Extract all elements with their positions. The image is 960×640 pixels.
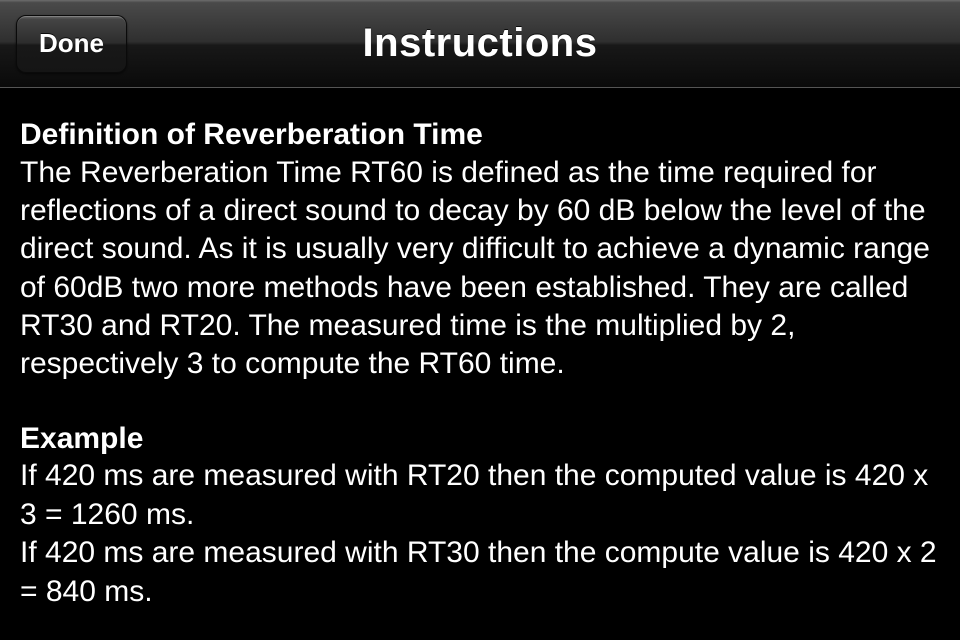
definition-heading: Definition of Reverberation Time xyxy=(20,116,940,154)
content-area: Definition of Reverberation Time The Rev… xyxy=(0,88,960,611)
example-line-2: If 420 ms are measured with RT30 then th… xyxy=(20,534,940,611)
navbar: Done Instructions xyxy=(0,0,960,88)
section-gap xyxy=(20,384,940,420)
example-heading: Example xyxy=(20,420,940,458)
page-title: Instructions xyxy=(363,21,598,66)
definition-body: The Reverberation Time RT60 is defined a… xyxy=(20,154,940,384)
done-button[interactable]: Done xyxy=(16,15,127,73)
example-line-1: If 420 ms are measured with RT20 then th… xyxy=(20,457,940,534)
done-button-label: Done xyxy=(39,28,104,59)
